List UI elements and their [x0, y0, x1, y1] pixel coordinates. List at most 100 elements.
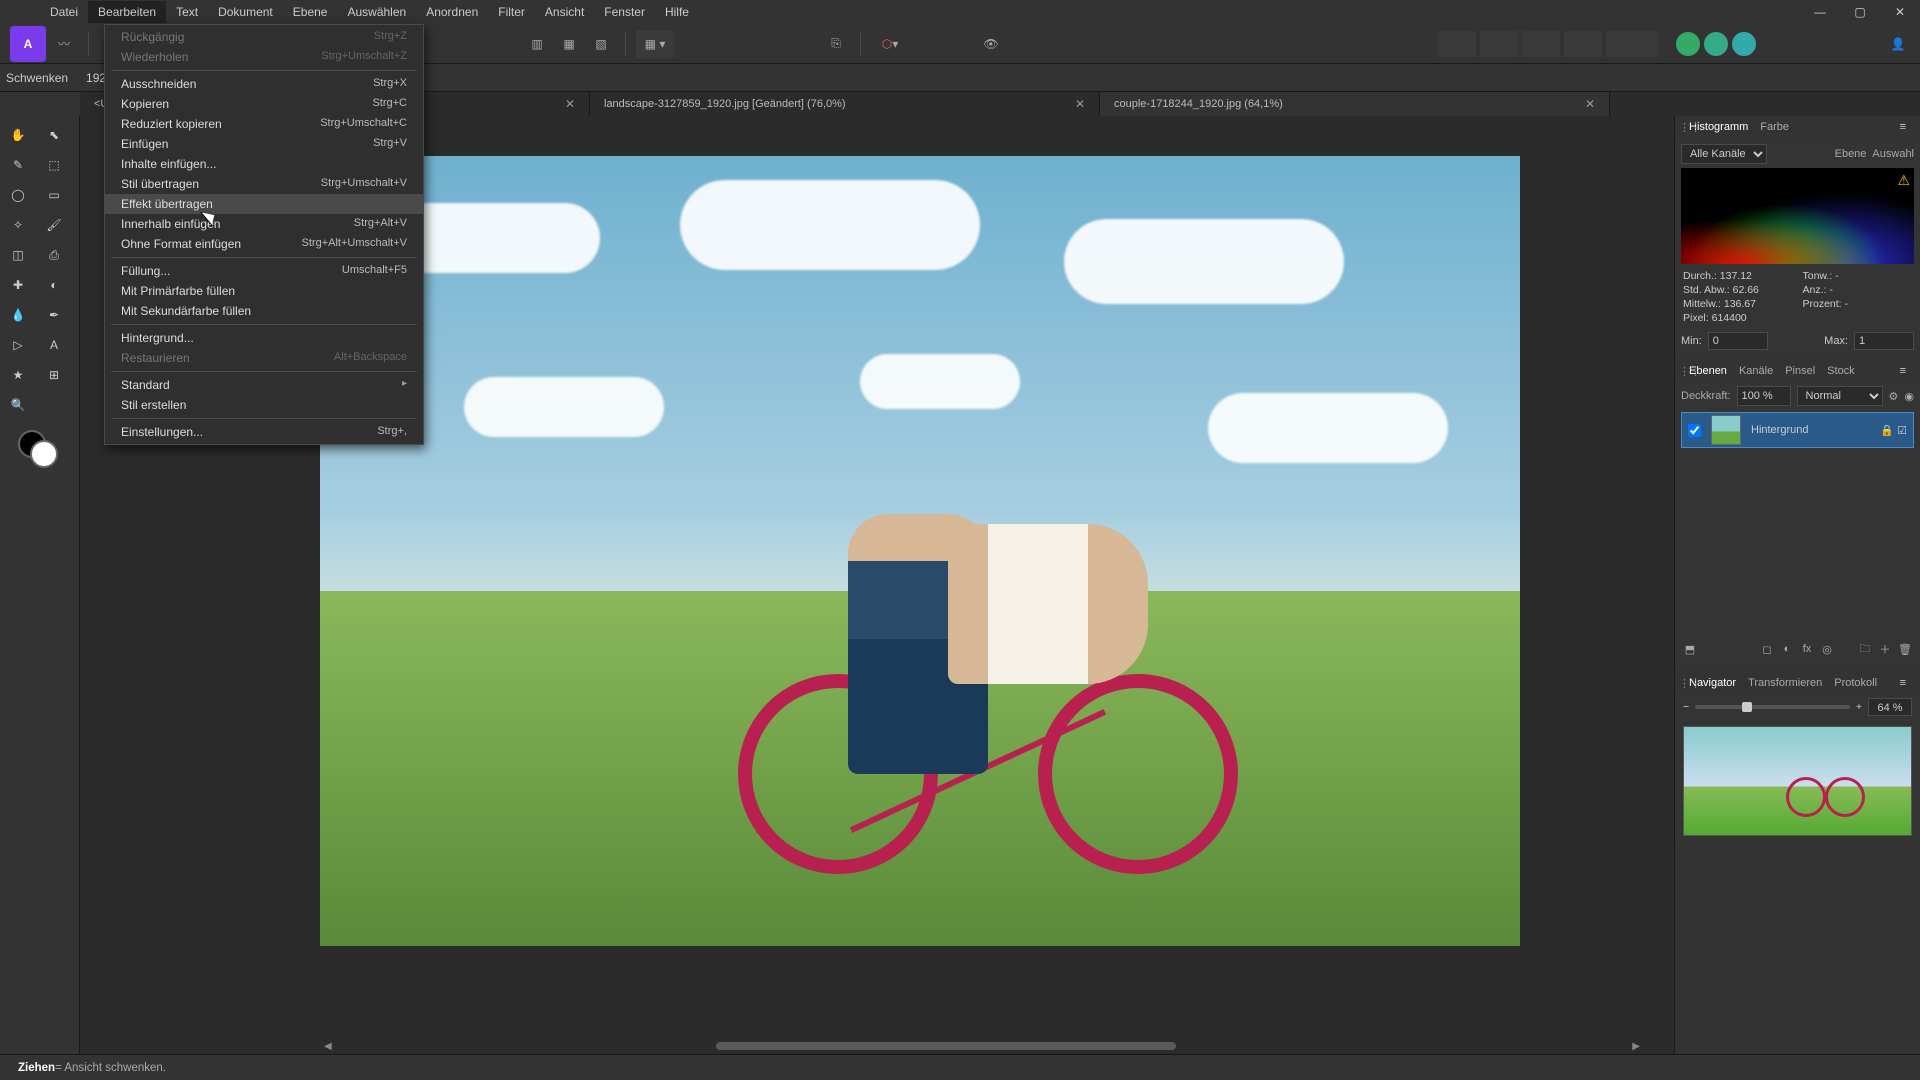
zoom-slider[interactable] — [1695, 705, 1850, 709]
tab-stock[interactable]: Stock — [1827, 365, 1855, 377]
document-tab[interactable]: couple-1718244_1920.jpg (64,1%)✕ — [1100, 92, 1610, 116]
persona-develop[interactable] — [1522, 31, 1560, 57]
shape-tool[interactable]: ★ — [0, 360, 36, 390]
menu-item-ohne-format-einfügen[interactable]: Ohne Format einfügenStrg+Alt+Umschalt+V — [105, 234, 423, 254]
color-swatches[interactable] — [0, 426, 79, 474]
menu-filter[interactable]: Filter — [488, 1, 535, 23]
menu-item-effekt-übertragen[interactable]: Effekt übertragen — [105, 194, 423, 214]
align-right-icon[interactable]: ▧ — [587, 30, 615, 58]
sync-icon[interactable] — [1676, 32, 1700, 56]
layer-mask-icon[interactable]: ◻ — [1758, 640, 1776, 658]
zoom-value[interactable]: 64 % — [1868, 698, 1912, 716]
opacity-input[interactable] — [1737, 386, 1791, 406]
menu-item-standard[interactable]: Standard — [105, 375, 423, 395]
primary-color-swatch[interactable] — [30, 440, 58, 468]
hist-selection-button[interactable]: Auswahl — [1872, 148, 1914, 160]
tab-brushes[interactable]: Pinsel — [1785, 365, 1815, 377]
lock-icon[interactable]: 🔒 ☑ — [1880, 424, 1907, 437]
layer-merge-icon[interactable]: ⬒ — [1681, 640, 1699, 658]
account-icon[interactable]: 👤 — [1884, 30, 1912, 58]
menu-dokument[interactable]: Dokument — [208, 1, 283, 23]
zoom-out-button[interactable]: − — [1683, 701, 1689, 713]
flood-select-tool[interactable]: ✧ — [0, 210, 36, 240]
blend-mode-select[interactable]: Normal — [1797, 386, 1883, 406]
zoom-tool[interactable]: 🔍 — [0, 390, 36, 420]
menu-item-innerhalb-einfügen[interactable]: Innerhalb einfügenStrg+Alt+V — [105, 214, 423, 234]
color-picker-tool[interactable]: ✎ — [0, 150, 36, 180]
menu-anordnen[interactable]: Anordnen — [416, 1, 488, 23]
menu-item-einfügen[interactable]: EinfügenStrg+V — [105, 134, 423, 154]
menu-datei[interactable]: Datei — [40, 1, 88, 23]
selection-brush-tool[interactable]: ◯ — [0, 180, 36, 210]
align-center-icon[interactable]: ▦ — [555, 30, 583, 58]
tab-history[interactable]: Protokoll — [1834, 677, 1877, 689]
menu-ebene[interactable]: Ebene — [283, 1, 338, 23]
close-button[interactable]: ✕ — [1880, 0, 1920, 24]
menu-item-füllung-[interactable]: Füllung...Umschalt+F5 — [105, 261, 423, 281]
menu-item-stil-erstellen[interactable]: Stil erstellen — [105, 395, 423, 415]
mesh-tool[interactable]: ⊞ — [36, 360, 72, 390]
nav-panel-menu-icon[interactable]: ≡ — [1900, 677, 1906, 689]
tab-color[interactable]: Farbe — [1760, 121, 1789, 133]
menu-ansicht[interactable]: Ansicht — [535, 1, 594, 23]
arrange-dropdown[interactable]: ▦ ▾ — [636, 30, 674, 58]
navigator-preview[interactable] — [1683, 726, 1912, 836]
text-tool[interactable]: A — [36, 330, 72, 360]
share-icon[interactable] — [1732, 32, 1756, 56]
persona-photo[interactable] — [1438, 31, 1476, 57]
hist-layer-button[interactable]: Ebene — [1835, 148, 1867, 160]
crop-tool[interactable]: ⬚ — [36, 150, 72, 180]
snapping-dropdown[interactable]: ⬡ ▾ — [871, 30, 909, 58]
menu-bearbeiten[interactable]: Bearbeiten — [88, 1, 166, 23]
layer-group-icon[interactable]: 🗀 — [1856, 640, 1874, 658]
menu-auswählen[interactable]: Auswählen — [337, 1, 416, 23]
close-tab-icon[interactable]: ✕ — [565, 97, 575, 111]
align-left-icon[interactable]: ▥ — [523, 30, 551, 58]
layer-row[interactable]: Hintergrund 🔒 ☑ — [1681, 412, 1914, 448]
document-tab[interactable]: landscape-3127859_1920.jpg [Geändert] (7… — [590, 92, 1100, 116]
menu-item-kopieren[interactable]: KopierenStrg+C — [105, 94, 423, 114]
menu-text[interactable]: Text — [166, 1, 208, 23]
layer-live-icon[interactable]: ◎ — [1818, 640, 1836, 658]
layer-visible-icon[interactable]: ◉ — [1904, 390, 1914, 403]
pen-tool[interactable]: ✒ — [36, 300, 72, 330]
layer-fx-icon[interactable]: ⚙ — [1889, 390, 1899, 403]
menu-item-mit-sekundärfarbe-füllen[interactable]: Mit Sekundärfarbe füllen — [105, 301, 423, 321]
brush-tool[interactable]: 🖌 — [36, 210, 72, 240]
tab-transform[interactable]: Transformieren — [1748, 677, 1822, 689]
tab-channels[interactable]: Kanäle — [1739, 365, 1773, 377]
clone-tool[interactable]: ⎙ — [36, 240, 72, 270]
assistant-icon[interactable]: 👁 — [977, 30, 1005, 58]
menu-item-reduziert-kopieren[interactable]: Reduziert kopierenStrg+Umschalt+C — [105, 114, 423, 134]
layer-visibility-checkbox[interactable] — [1688, 424, 1701, 437]
hist-max-input[interactable] — [1854, 332, 1914, 350]
menu-item-ausschneiden[interactable]: AusschneidenStrg+X — [105, 74, 423, 94]
hist-min-input[interactable] — [1708, 332, 1768, 350]
menu-item-inhalte-einfügen-[interactable]: Inhalte einfügen... — [105, 154, 423, 174]
layer-fx-icon2[interactable]: fx — [1798, 640, 1816, 658]
maximize-button[interactable]: ▢ — [1840, 0, 1880, 24]
persona-liquify[interactable] — [1480, 31, 1518, 57]
blur-tool[interactable]: 💧 — [0, 300, 36, 330]
inpaint-tool[interactable]: ✚ — [0, 270, 36, 300]
menu-item-stil-übertragen[interactable]: Stil übertragenStrg+Umschalt+V — [105, 174, 423, 194]
persona-tone[interactable] — [1564, 31, 1602, 57]
node-tool[interactable]: ▷ — [0, 330, 36, 360]
minimize-button[interactable]: — — [1800, 0, 1840, 24]
menu-item-mit-primärfarbe-füllen[interactable]: Mit Primärfarbe füllen — [105, 281, 423, 301]
menu-fenster[interactable]: Fenster — [594, 1, 655, 23]
layer-add-icon[interactable]: ＋ — [1876, 640, 1894, 658]
zoom-in-button[interactable]: + — [1856, 701, 1862, 713]
panel-menu-icon[interactable]: ≡ — [1900, 121, 1906, 133]
persona-export[interactable] — [1606, 31, 1658, 57]
horizontal-scrollbar[interactable]: ◀ ▶ — [320, 1040, 1644, 1052]
hand-tool[interactable]: ✋ — [0, 120, 36, 150]
close-tab-icon[interactable]: ✕ — [1585, 97, 1595, 111]
liquify-persona-icon[interactable]: 〰 — [50, 30, 78, 58]
close-tab-icon[interactable]: ✕ — [1075, 97, 1085, 111]
move-tool[interactable]: ⬉ — [36, 120, 72, 150]
menu-item-einstellungen-[interactable]: Einstellungen...Strg+, — [105, 422, 423, 442]
dodge-tool[interactable]: ◐ — [36, 270, 72, 300]
menu-hilfe[interactable]: Hilfe — [655, 1, 699, 23]
layers-panel-menu-icon[interactable]: ≡ — [1900, 365, 1906, 377]
